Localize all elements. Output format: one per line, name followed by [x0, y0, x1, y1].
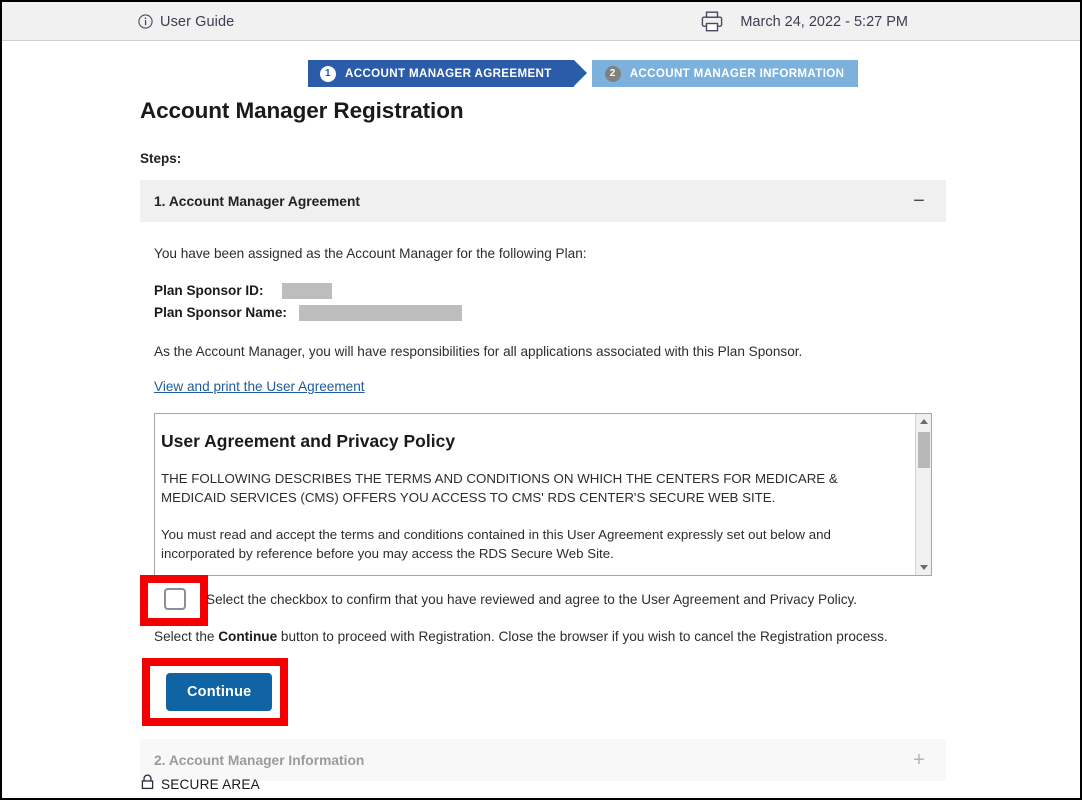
- step-account-manager-information[interactable]: 2 ACCOUNT MANAGER INFORMATION: [592, 60, 859, 87]
- continue-note-pre: Select the: [154, 629, 218, 644]
- step-1-number: 1: [320, 66, 336, 82]
- step-2-number: 2: [605, 66, 621, 82]
- continue-instruction-text: Select the Continue button to proceed wi…: [154, 629, 932, 644]
- accordion-section-2: 2. Account Manager Information +: [140, 739, 946, 781]
- plan-sponsor-id-label: Plan Sponsor ID:: [154, 283, 264, 298]
- responsibility-text: As the Account Manager, you will have re…: [154, 342, 932, 362]
- printer-icon[interactable]: [701, 11, 723, 32]
- accordion-section-1: 1. Account Manager Agreement − You have …: [140, 180, 946, 730]
- agreement-checkbox[interactable]: [164, 588, 186, 610]
- secure-area-footer: SECURE AREA: [140, 774, 260, 795]
- plan-sponsor-name-value-redacted: [299, 305, 462, 321]
- step-account-manager-agreement[interactable]: 1 ACCOUNT MANAGER AGREEMENT: [308, 60, 574, 87]
- registration-step-progress: 1 ACCOUNT MANAGER AGREEMENT 2 ACCOUNT MA…: [308, 60, 858, 87]
- user-agreement-scroll-box[interactable]: User Agreement and Privacy Policy THE FO…: [154, 413, 932, 576]
- page-root: User Guide March 24, 2022 - 5:27 PM 1 AC…: [0, 0, 1082, 800]
- accordion-header-agreement[interactable]: 1. Account Manager Agreement −: [140, 180, 946, 222]
- utility-topbar: User Guide March 24, 2022 - 5:27 PM: [2, 2, 1080, 41]
- user-agreement-text-area: User Agreement and Privacy Policy THE FO…: [155, 414, 915, 575]
- secure-area-label: SECURE AREA: [161, 777, 260, 792]
- main-content: Account Manager Registration Steps: 1. A…: [140, 98, 946, 781]
- page-title: Account Manager Registration: [140, 98, 946, 124]
- user-agreement-title: User Agreement and Privacy Policy: [161, 431, 895, 452]
- plan-sponsor-name-label: Plan Sponsor Name:: [154, 305, 287, 320]
- lock-icon: [140, 774, 155, 795]
- user-guide-link[interactable]: User Guide: [138, 2, 234, 41]
- user-agreement-paragraph-2: You must read and accept the terms and c…: [161, 526, 895, 564]
- accordion-title-information: 2. Account Manager Information: [154, 753, 364, 768]
- accordion-title-agreement: 1. Account Manager Agreement: [154, 194, 360, 209]
- view-print-user-agreement-link[interactable]: View and print the User Agreement: [154, 379, 365, 394]
- scrollbar-thumb[interactable]: [918, 432, 930, 468]
- info-circle-icon: [138, 14, 153, 29]
- plan-sponsor-id-value-redacted: [282, 283, 332, 299]
- agreement-checkbox-row: Select the checkbox to confirm that you …: [154, 588, 932, 610]
- continue-note-bold: Continue: [218, 629, 277, 644]
- agreement-scrollbar[interactable]: [915, 414, 931, 575]
- agreement-checkbox-label: Select the checkbox to confirm that you …: [206, 590, 857, 610]
- steps-label: Steps:: [140, 151, 946, 166]
- step-1-label: ACCOUNT MANAGER AGREEMENT: [345, 67, 552, 80]
- step-2-label: ACCOUNT MANAGER INFORMATION: [630, 67, 845, 80]
- current-datetime: March 24, 2022 - 5:27 PM: [740, 14, 908, 30]
- continue-button-zone: Continue: [154, 658, 932, 730]
- continue-button[interactable]: Continue: [166, 673, 272, 711]
- plan-sponsor-name-row: Plan Sponsor Name:: [154, 302, 932, 324]
- accordion-body-agreement: You have been assigned as the Account Ma…: [140, 222, 946, 730]
- accordion-header-information[interactable]: 2. Account Manager Information +: [140, 739, 946, 781]
- plan-sponsor-id-row: Plan Sponsor ID:: [154, 280, 932, 302]
- scroll-down-arrow-icon[interactable]: [916, 560, 932, 575]
- user-guide-label: User Guide: [160, 14, 234, 30]
- minus-icon[interactable]: −: [910, 191, 928, 211]
- scroll-up-arrow-icon[interactable]: [916, 414, 932, 429]
- plus-icon[interactable]: +: [910, 750, 928, 770]
- assignment-intro-text: You have been assigned as the Account Ma…: [154, 244, 932, 264]
- topbar-right-group: March 24, 2022 - 5:27 PM: [701, 2, 908, 41]
- continue-note-post: button to proceed with Registration. Clo…: [277, 629, 888, 644]
- user-agreement-paragraph-1: THE FOLLOWING DESCRIBES THE TERMS AND CO…: [161, 470, 895, 508]
- plan-sponsor-fields: Plan Sponsor ID: Plan Sponsor Name:: [154, 280, 932, 324]
